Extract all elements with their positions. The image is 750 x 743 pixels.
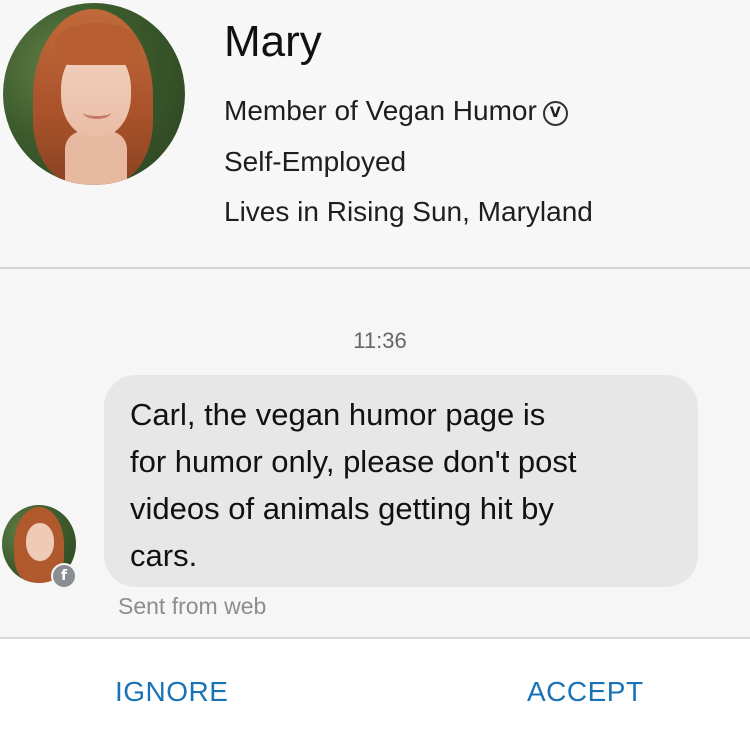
message-line: cars. <box>130 538 198 573</box>
profile-membership: Member of Vegan Humor V <box>224 94 568 128</box>
message-line: videos of animals getting hit by <box>130 491 554 526</box>
avatar-neck <box>65 131 127 185</box>
sent-from-label: Sent from web <box>118 593 267 619</box>
vegan-badge-icon: V <box>542 101 568 126</box>
sender-avatar-face <box>26 523 54 561</box>
profile-work: Self-Employed <box>224 146 407 177</box>
message-line: Carl, the vegan humor page is <box>130 397 546 432</box>
profile-location: Lives in Rising Sun, Maryland <box>224 196 593 227</box>
facebook-badge-icon: f <box>51 563 77 589</box>
membership-text: Member of Vegan Humor <box>224 95 537 126</box>
avatar-bangs <box>55 23 139 65</box>
message-timestamp: 11:36 <box>353 328 407 353</box>
avatar-smile <box>83 106 111 119</box>
message-line: for humor only, please don't post <box>130 444 577 479</box>
profile-avatar[interactable] <box>3 3 185 185</box>
profile-name: Mary <box>224 17 322 66</box>
accept-button[interactable]: ACCEPT <box>527 676 644 708</box>
ignore-button[interactable]: IGNORE <box>115 676 228 708</box>
message-text: Carl, the vegan humor page is for humor … <box>130 391 690 579</box>
